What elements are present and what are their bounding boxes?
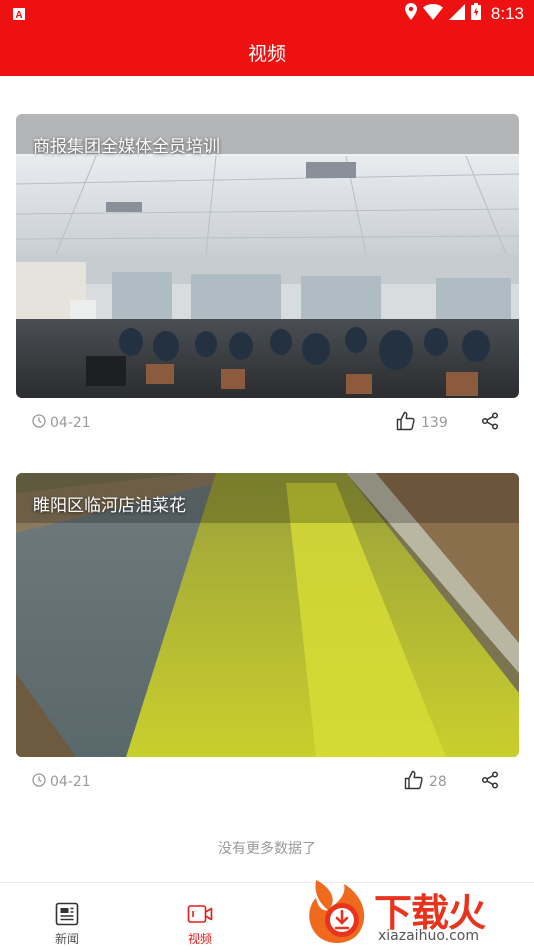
video-thumbnail[interactable]: 睢阳区临河店油菜花 bbox=[16, 473, 519, 757]
video-date: 04-21 bbox=[32, 414, 91, 432]
no-more-data-text: 没有更多数据了 bbox=[218, 841, 316, 857]
video-title[interactable]: 睢阳区临河店油菜花 bbox=[33, 491, 186, 516]
nav-item-video[interactable]: 视频 bbox=[150, 883, 250, 950]
watermark-url: xiazaihuo.com bbox=[378, 928, 479, 944]
share-button[interactable] bbox=[481, 412, 499, 434]
svg-text:A: A bbox=[15, 10, 22, 21]
location-icon bbox=[404, 3, 417, 24]
video-card[interactable]: 睢阳区临河店油菜花 04-21 28 bbox=[16, 473, 519, 807]
battery-icon bbox=[470, 3, 481, 24]
video-camera-icon bbox=[187, 901, 213, 927]
video-date-text: 04-21 bbox=[50, 415, 91, 431]
clock-icon bbox=[32, 773, 46, 791]
like-button[interactable]: 139 bbox=[396, 411, 448, 435]
video-card[interactable]: 商报集团全媒体全员培训 04-21 139 bbox=[16, 114, 519, 448]
newspaper-icon bbox=[54, 901, 80, 927]
status-bar: A 8:13 bbox=[0, 0, 534, 28]
page-title: 视频 bbox=[247, 42, 286, 65]
video-meta: 04-21 28 bbox=[16, 757, 519, 807]
thumbs-up-icon bbox=[396, 411, 416, 435]
status-time: 8:13 bbox=[490, 3, 524, 23]
video-thumbnail[interactable]: 商报集团全媒体全员培训 bbox=[16, 114, 519, 398]
app-bar: 视频 bbox=[0, 28, 534, 76]
watermark-logo: 下载火 xiazaihuo.com bbox=[306, 878, 528, 948]
nav-label: 视频 bbox=[187, 932, 212, 946]
video-date-text: 04-21 bbox=[50, 774, 91, 790]
share-button[interactable] bbox=[481, 771, 499, 793]
like-button[interactable]: 28 bbox=[404, 770, 447, 794]
nav-label: 新闻 bbox=[54, 932, 79, 946]
video-date: 04-21 bbox=[32, 773, 91, 791]
video-meta: 04-21 139 bbox=[16, 398, 519, 448]
like-count: 139 bbox=[421, 415, 448, 431]
thumbs-up-icon bbox=[404, 770, 424, 794]
flame-logo-icon bbox=[309, 880, 365, 943]
signal-icon bbox=[448, 3, 465, 24]
video-title[interactable]: 商报集团全媒体全员培训 bbox=[33, 132, 220, 157]
notification-icon: A bbox=[12, 6, 26, 25]
wifi-icon bbox=[422, 3, 443, 24]
share-icon bbox=[481, 412, 499, 434]
nav-item-news[interactable]: 新闻 bbox=[17, 883, 117, 950]
like-count: 28 bbox=[429, 774, 447, 790]
share-icon bbox=[481, 771, 499, 793]
clock-icon bbox=[32, 414, 46, 432]
